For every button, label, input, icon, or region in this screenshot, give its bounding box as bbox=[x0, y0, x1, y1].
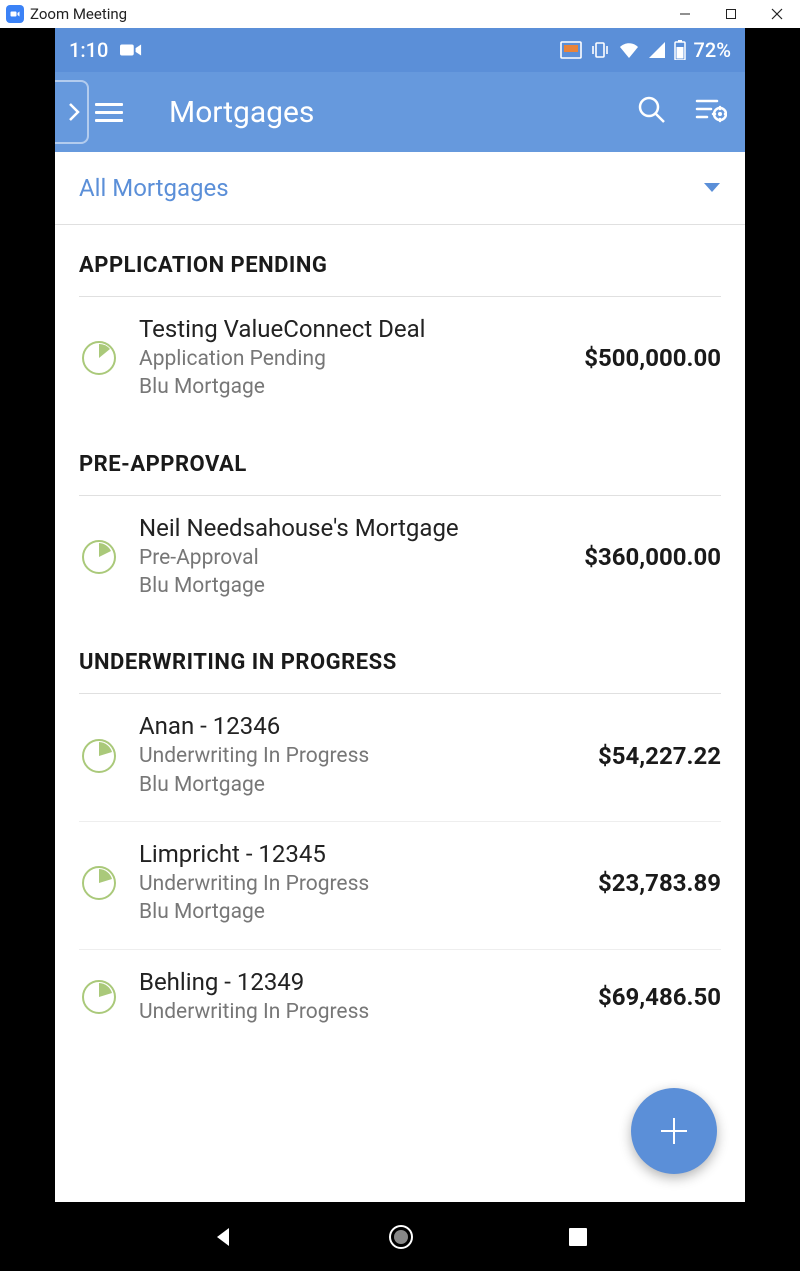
wifi-icon bbox=[618, 41, 640, 59]
item-lender: Blu Mortgage bbox=[139, 898, 578, 926]
item-title: Anan - 12346 bbox=[139, 712, 578, 740]
item-amount: $360,000.00 bbox=[584, 543, 721, 571]
item-lender: Blu Mortgage bbox=[139, 373, 564, 401]
window-maximize-button[interactable] bbox=[708, 0, 754, 28]
filter-label: All Mortgages bbox=[79, 174, 229, 202]
mortgage-row[interactable]: Testing ValueConnect Deal Application Pe… bbox=[79, 297, 721, 424]
clock-icon bbox=[79, 338, 119, 378]
item-amount: $500,000.00 bbox=[584, 344, 721, 372]
item-title: Limpricht - 12345 bbox=[139, 840, 578, 868]
page-title: Mortgages bbox=[169, 95, 615, 130]
item-title: Neil Needsahouse's Mortgage bbox=[139, 514, 564, 542]
menu-icon[interactable] bbox=[95, 103, 123, 122]
window-controls bbox=[662, 0, 800, 28]
signal-icon bbox=[648, 41, 666, 59]
status-battery-pct: 72% bbox=[694, 38, 731, 62]
zoom-app-icon bbox=[6, 5, 24, 23]
item-lender: Blu Mortgage bbox=[139, 572, 564, 600]
item-amount: $23,783.89 bbox=[598, 869, 721, 897]
videocam-icon bbox=[120, 42, 142, 58]
window-minimize-button[interactable] bbox=[662, 0, 708, 28]
android-nav-bar bbox=[55, 1202, 745, 1271]
mortgage-row[interactable]: Neil Needsahouse's Mortgage Pre-Approval… bbox=[79, 496, 721, 623]
mortgage-row[interactable]: Limpricht - 12345 Underwriting In Progre… bbox=[79, 822, 721, 950]
mortgage-row[interactable]: Anan - 12346 Underwriting In Progress Bl… bbox=[79, 694, 721, 822]
item-status: Pre-Approval bbox=[139, 544, 564, 572]
nav-home-button[interactable] bbox=[387, 1223, 415, 1251]
item-amount: $69,486.50 bbox=[598, 983, 721, 1011]
window-titlebar: Zoom Meeting bbox=[0, 0, 800, 28]
add-button[interactable] bbox=[631, 1088, 717, 1174]
mortgage-list: APPLICATION PENDING Testing ValueConnect… bbox=[55, 225, 745, 1202]
item-status: Underwriting In Progress bbox=[139, 870, 578, 898]
mortgage-row[interactable]: Behling - 12349 Underwriting In Progress… bbox=[79, 950, 721, 1048]
battery-icon bbox=[674, 40, 686, 60]
section-header: UNDERWRITING IN PROGRESS bbox=[79, 622, 721, 694]
vibrate-icon bbox=[590, 40, 610, 60]
item-lender: Blu Mortgage bbox=[139, 771, 578, 799]
item-amount: $54,227.22 bbox=[598, 742, 721, 770]
clock-icon bbox=[79, 537, 119, 577]
section-header: APPLICATION PENDING bbox=[79, 225, 721, 297]
item-title: Testing ValueConnect Deal bbox=[139, 315, 564, 343]
item-status: Application Pending bbox=[139, 345, 564, 373]
app-header: Mortgages bbox=[55, 72, 745, 152]
clock-icon bbox=[79, 863, 119, 903]
cast-icon bbox=[560, 41, 582, 59]
panel-expand-button[interactable] bbox=[55, 80, 89, 144]
filter-settings-icon[interactable] bbox=[695, 96, 727, 128]
clock-icon bbox=[79, 977, 119, 1017]
item-title: Behling - 12349 bbox=[139, 968, 578, 996]
chevron-down-icon bbox=[703, 178, 721, 199]
filter-dropdown[interactable]: All Mortgages bbox=[55, 152, 745, 225]
phone-screen: 1:10 bbox=[55, 28, 745, 1202]
window-title: Zoom Meeting bbox=[30, 5, 127, 23]
nav-back-button[interactable] bbox=[211, 1225, 235, 1249]
phone-status-bar: 1:10 bbox=[55, 28, 745, 72]
search-icon[interactable] bbox=[637, 95, 667, 129]
section-header: PRE-APPROVAL bbox=[79, 424, 721, 496]
item-status: Underwriting In Progress bbox=[139, 742, 578, 770]
screen-share-frame: 1:10 bbox=[0, 28, 800, 1271]
item-status: Underwriting In Progress bbox=[139, 998, 578, 1026]
window-close-button[interactable] bbox=[754, 0, 800, 28]
clock-icon bbox=[79, 736, 119, 776]
nav-recent-button[interactable] bbox=[567, 1226, 589, 1248]
status-time: 1:10 bbox=[69, 38, 108, 62]
